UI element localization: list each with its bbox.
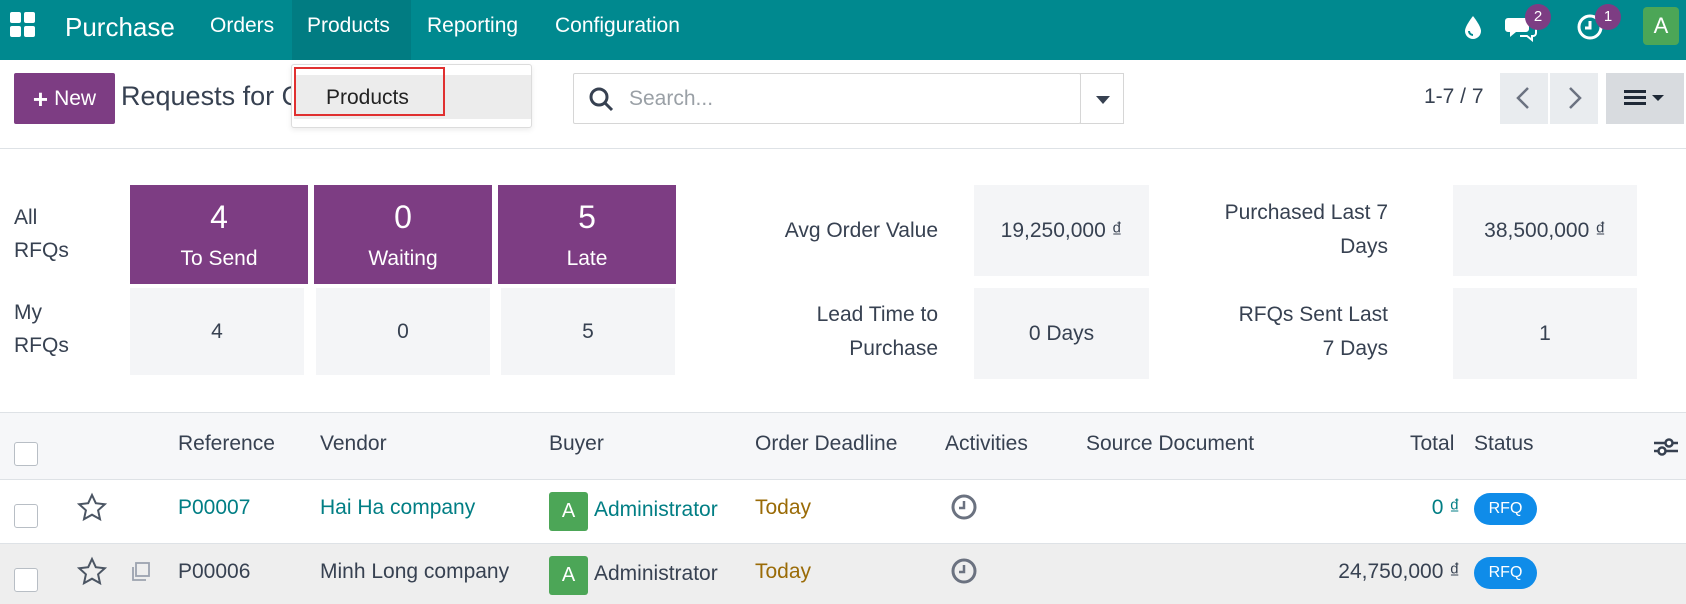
- view-switcher-button[interactable]: [1606, 73, 1684, 124]
- all-rfqs-label: All RFQs: [14, 206, 69, 262]
- duplicate-icon: [129, 560, 153, 590]
- search-icon: [588, 86, 614, 112]
- pager-value[interactable]: 1-7 / 7: [1424, 85, 1484, 109]
- lead-time-label: Lead Time to Purchase: [816, 303, 938, 360]
- col-order-deadline[interactable]: Order Deadline: [755, 432, 897, 456]
- droplet-icon[interactable]: [1458, 12, 1488, 42]
- activity-clock-icon[interactable]: [950, 493, 978, 527]
- menu-configuration[interactable]: Configuration: [540, 0, 695, 60]
- my-waiting[interactable]: 0: [316, 288, 490, 375]
- new-button-label: New: [54, 86, 97, 110]
- chevron-right-icon: [1569, 87, 1582, 109]
- col-source-document[interactable]: Source Document: [1086, 432, 1254, 456]
- page-title: Requests for Quotation: [121, 81, 301, 111]
- avatar: A: [549, 492, 588, 531]
- reference[interactable]: P00006: [178, 560, 250, 584]
- col-vendor[interactable]: Vendor: [320, 432, 387, 456]
- col-reference[interactable]: Reference: [178, 432, 275, 456]
- total: 24,750,000 ₫: [1338, 560, 1460, 583]
- apps-grid-icon[interactable]: [10, 12, 38, 40]
- chat-icon[interactable]: 2: [1505, 4, 1551, 43]
- app-name[interactable]: Purchase: [65, 12, 175, 43]
- purchased-last-7-days-label: Purchased Last 7 Days: [1224, 201, 1388, 258]
- tile-late[interactable]: 5 Late: [498, 185, 676, 284]
- search-options-toggle[interactable]: [1080, 73, 1124, 124]
- activity-clock-icon[interactable]: [950, 557, 978, 591]
- buyer-link[interactable]: Administrator: [594, 498, 718, 522]
- star-icon[interactable]: [76, 556, 108, 594]
- tile-to-send[interactable]: 4 To Send: [130, 185, 308, 284]
- search-bar: [573, 73, 1081, 124]
- rfqs-sent-value: 1: [1453, 288, 1637, 379]
- total: 0 ₫: [1431, 496, 1460, 519]
- deadline: Today: [755, 496, 812, 519]
- tile-value: 4: [210, 199, 228, 235]
- tile-waiting[interactable]: 0 Waiting: [314, 185, 492, 284]
- tile-label: Waiting: [368, 247, 438, 270]
- col-total[interactable]: Total: [1410, 432, 1454, 456]
- col-status[interactable]: Status: [1474, 432, 1534, 456]
- tile-label: Late: [566, 247, 608, 270]
- col-activities[interactable]: Activities: [945, 432, 1028, 456]
- row-checkbox[interactable]: [14, 504, 38, 528]
- chevron-left-icon: [1516, 87, 1529, 109]
- my-rfqs-label: My RFQs: [14, 301, 69, 357]
- my-to-send[interactable]: 4: [130, 288, 304, 375]
- activities-badge: 1: [1595, 4, 1621, 30]
- lead-time-value: 0 Days: [974, 288, 1149, 379]
- messages-badge: 2: [1525, 4, 1551, 30]
- pager-next-button[interactable]: [1550, 73, 1598, 124]
- clock-icon[interactable]: 1: [1575, 4, 1621, 42]
- deadline: Today: [755, 560, 812, 583]
- table-row[interactable]: P00007 Hai Ha company A Administrator To…: [0, 480, 1686, 544]
- top-navbar: Purchase Orders Products Reporting Confi…: [0, 0, 1686, 60]
- menu-reporting[interactable]: Reporting: [412, 0, 533, 60]
- menu-orders[interactable]: Orders: [195, 0, 289, 60]
- caret-down-icon: [1096, 96, 1110, 104]
- avatar: A: [549, 556, 588, 595]
- list-view-icon: [1624, 90, 1664, 105]
- vendor[interactable]: Minh Long company: [320, 560, 509, 584]
- new-button[interactable]: + New: [14, 73, 115, 124]
- status-badge: RFQ: [1474, 557, 1537, 589]
- tile-label: To Send: [180, 247, 258, 270]
- table-row[interactable]: P00006 Minh Long company A Administrator…: [0, 544, 1686, 604]
- highlight-annotation: [294, 67, 445, 116]
- buyer[interactable]: Administrator: [594, 562, 718, 586]
- tile-value: 0: [394, 199, 412, 235]
- optional-columns-icon[interactable]: [1652, 434, 1680, 466]
- col-buyer[interactable]: Buyer: [549, 432, 604, 456]
- divider: [0, 148, 1686, 149]
- status-badge: RFQ: [1474, 493, 1537, 525]
- reference-link[interactable]: P00007: [178, 496, 250, 520]
- avg-order-value: 19,250,000 ₫: [974, 185, 1149, 276]
- avg-order-value-label: Avg Order Value: [784, 219, 938, 242]
- select-all-checkbox[interactable]: [14, 442, 38, 466]
- menu-products[interactable]: Products: [292, 0, 411, 60]
- my-late[interactable]: 5: [501, 288, 675, 375]
- tile-value: 5: [578, 199, 596, 235]
- rfqs-sent-label: RFQs Sent Last 7 Days: [1238, 303, 1388, 360]
- vendor-link[interactable]: Hai Ha company: [320, 496, 475, 520]
- search-input[interactable]: [629, 84, 1029, 114]
- row-checkbox[interactable]: [14, 568, 38, 592]
- purchased-last-7-days-value: 38,500,000 ₫: [1453, 185, 1637, 276]
- user-avatar[interactable]: A: [1643, 7, 1679, 45]
- pager-previous-button[interactable]: [1500, 73, 1548, 124]
- star-icon[interactable]: [76, 492, 108, 530]
- plus-icon: +: [32, 83, 49, 114]
